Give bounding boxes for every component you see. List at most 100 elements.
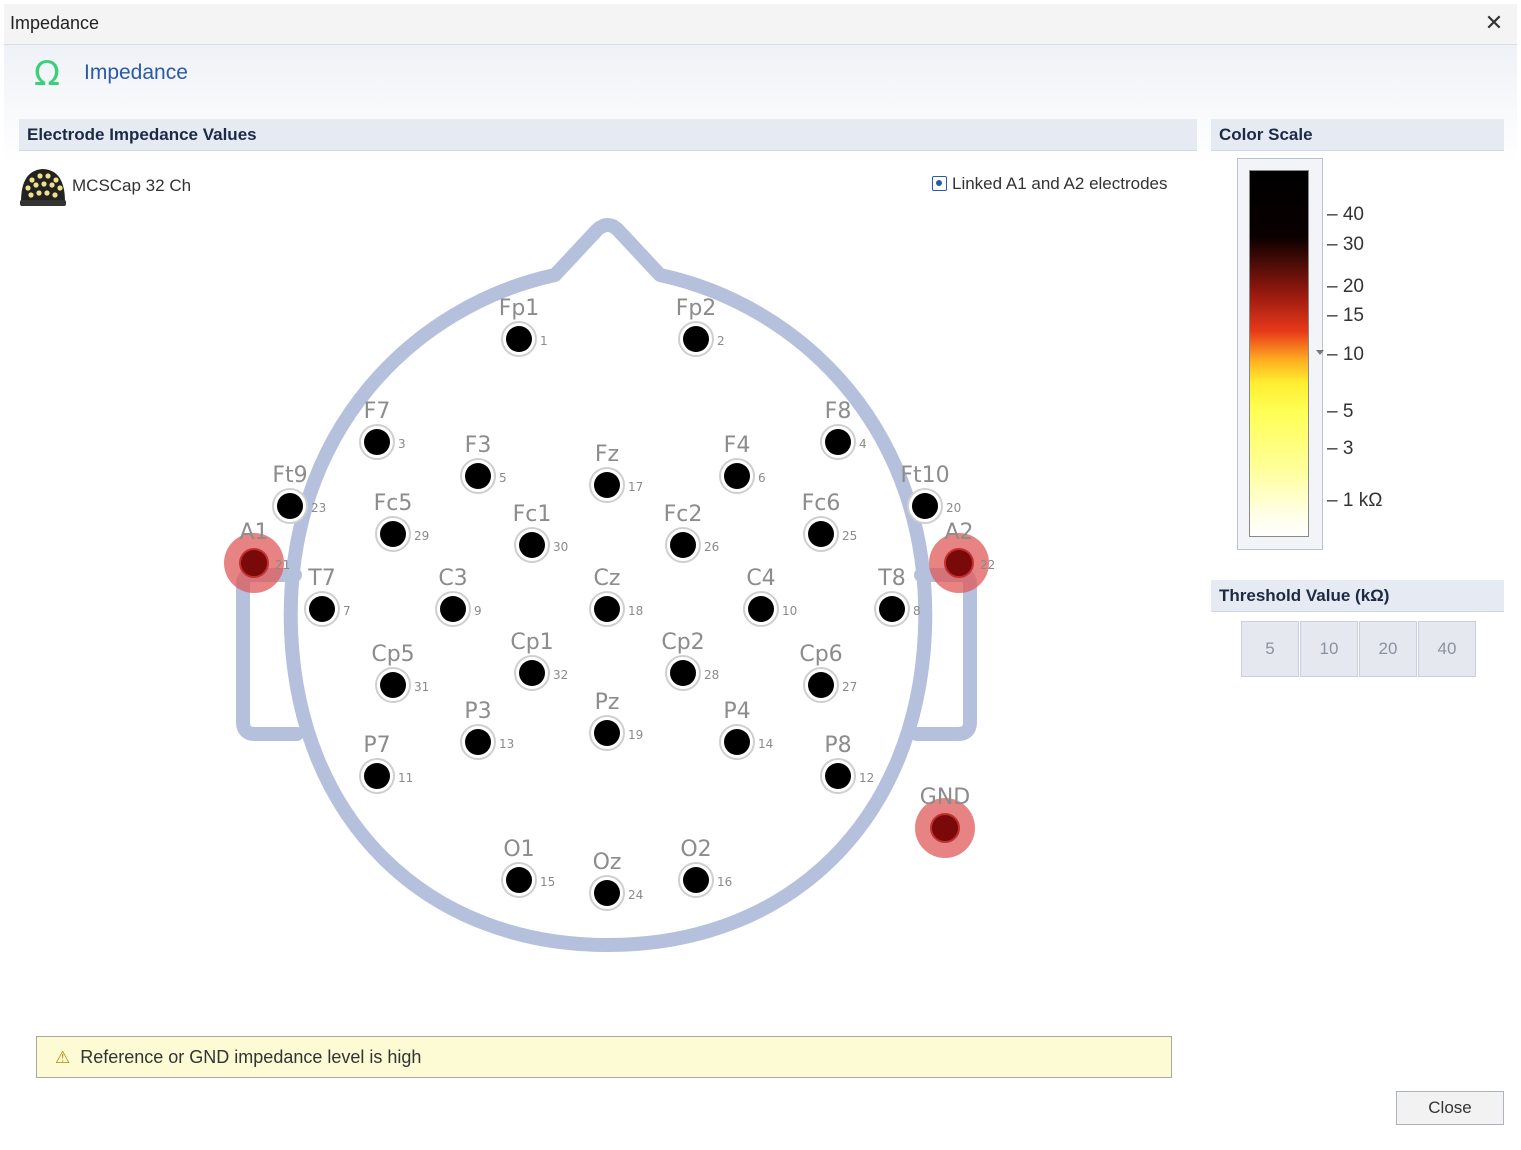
electrode-label: Fc5 <box>374 491 413 516</box>
threshold-button-40[interactable]: 40 <box>1418 621 1476 677</box>
electrode-label: P7 <box>363 733 390 758</box>
electrode-number: 3 <box>398 437 406 451</box>
electrode-label: O2 <box>680 837 711 862</box>
electrode-fc6[interactable]: Fc625 <box>802 491 858 552</box>
electrode-number: 25 <box>842 529 857 543</box>
electrode-label: F7 <box>364 399 391 424</box>
electrode-o2[interactable]: O2 16 <box>678 837 732 898</box>
electrode-label: P8 <box>824 733 851 758</box>
color-scale-tick: – 20 <box>1327 276 1364 297</box>
electrode-t8[interactable]: T8 8 <box>874 566 921 627</box>
electrode-label: A1 <box>239 520 268 545</box>
electrode-number: 4 <box>859 437 867 451</box>
electrode-number: 17 <box>628 480 643 494</box>
electrode-label: C4 <box>746 566 775 591</box>
electrode-fc1[interactable]: Fc130 <box>513 502 569 563</box>
close-icon[interactable]: ✕ <box>1479 8 1509 38</box>
threshold-title: Threshold Value (kΩ) <box>1211 580 1504 612</box>
electrode-number: 7 <box>343 604 351 618</box>
electrode-number: 29 <box>414 529 429 543</box>
electrode-o1[interactable]: O1 15 <box>501 837 555 898</box>
color-scale-tick: – 40 <box>1327 204 1364 225</box>
color-scale-tick: – 1 kΩ <box>1327 490 1383 511</box>
electrode-label: Fc6 <box>802 491 841 516</box>
electrode-f4[interactable]: F4 6 <box>719 433 766 494</box>
color-scale-tick: – 3 <box>1327 438 1354 459</box>
threshold-marker-icon <box>1316 350 1324 355</box>
electrode-label: Fp2 <box>676 296 717 321</box>
electrode-p3[interactable]: P3 13 <box>460 699 514 760</box>
electrode-label: O1 <box>503 837 534 862</box>
electrode-p4[interactable]: P4 14 <box>719 699 773 760</box>
electrode-label: T8 <box>877 566 905 591</box>
electrode-number: 5 <box>499 471 507 485</box>
electrode-gnd[interactable]: GND <box>915 785 975 858</box>
electrode-number: 15 <box>540 875 555 889</box>
electrode-number: 32 <box>553 668 568 682</box>
head-diagram: Fp11Fp22F73F84F35F46Fz17Ft923Ft1020Fc529… <box>224 218 995 952</box>
electrode-number: 24 <box>628 888 643 902</box>
electrode-label: Fc1 <box>513 502 552 527</box>
electrode-label: F4 <box>724 433 751 458</box>
electrode-label: Cp1 <box>510 630 553 655</box>
electrode-c4[interactable]: C4 10 <box>743 566 797 627</box>
electrode-label: Pz <box>595 690 620 715</box>
electrode-f3[interactable]: F3 5 <box>460 433 507 494</box>
electrode-cp2[interactable]: Cp228 <box>661 630 719 691</box>
warning-text: Reference or GND impedance level is high <box>80 1047 422 1067</box>
electrode-number: 6 <box>758 471 766 485</box>
electrode-number: 16 <box>717 875 732 889</box>
electrode-cp5[interactable]: Cp531 <box>371 642 429 703</box>
color-scale-title: Color Scale <box>1211 119 1504 151</box>
electrode-label: Cp5 <box>371 642 414 667</box>
electrode-number: 18 <box>628 604 643 618</box>
electrode-number: 21 <box>275 558 290 572</box>
electrode-number: 9 <box>474 604 482 618</box>
threshold-button-10[interactable]: 10 <box>1300 621 1358 677</box>
color-scale-tick: – 10 <box>1327 344 1364 365</box>
electrode-number: 14 <box>758 737 773 751</box>
electrode-number: 23 <box>311 501 326 515</box>
electrode-fc5[interactable]: Fc529 <box>374 491 430 552</box>
electrode-number: 10 <box>782 604 797 618</box>
electrode-f7[interactable]: F7 3 <box>359 399 406 460</box>
electrode-t7[interactable]: T7 7 <box>304 566 351 627</box>
electrode-number: 8 <box>913 604 921 618</box>
electrode-oz[interactable]: Oz 24 <box>589 850 643 911</box>
electrode-number: 13 <box>499 737 514 751</box>
electrode-a1[interactable]: A1 21 <box>224 520 290 593</box>
electrode-number: 31 <box>414 680 429 694</box>
electrode-fc2[interactable]: Fc226 <box>664 502 720 563</box>
electrode-a2[interactable]: A2 22 <box>929 520 995 593</box>
warning-bar: ⚠ Reference or GND impedance level is hig… <box>36 1036 1172 1078</box>
electrode-label: C3 <box>438 566 467 591</box>
threshold-button-5[interactable]: 5 <box>1241 621 1299 677</box>
electrode-fp2[interactable]: Fp22 <box>676 296 725 357</box>
electrode-number: 22 <box>980 558 995 572</box>
electrode-label: A2 <box>944 520 973 545</box>
electrode-label: Oz <box>593 850 622 875</box>
electrode-number: 20 <box>946 501 961 515</box>
electrode-cp1[interactable]: Cp132 <box>510 630 568 691</box>
electrode-p7[interactable]: P7 11 <box>359 733 413 794</box>
electrode-label: Cz <box>594 566 621 591</box>
electrode-label: F3 <box>465 433 492 458</box>
electrode-number: 2 <box>717 334 725 348</box>
electrode-label: Fz <box>595 442 619 467</box>
electrode-pz[interactable]: Pz 19 <box>589 690 643 751</box>
electrode-c3[interactable]: C3 9 <box>435 566 482 627</box>
electrode-fp1[interactable]: Fp11 <box>499 296 548 357</box>
electrode-p8[interactable]: P8 12 <box>820 733 874 794</box>
electrode-number: 27 <box>842 680 857 694</box>
close-button[interactable]: Close <box>1396 1091 1504 1125</box>
threshold-button-20[interactable]: 20 <box>1359 621 1417 677</box>
warning-icon: ⚠ <box>55 1048 71 1067</box>
electrode-label: Cp6 <box>799 642 842 667</box>
electrode-cp6[interactable]: Cp627 <box>799 642 857 703</box>
electrode-fz[interactable]: Fz 17 <box>589 442 643 503</box>
color-scale-tick: – 5 <box>1327 401 1354 422</box>
electrode-cz[interactable]: Cz 18 <box>589 566 643 627</box>
color-scale-tick: – 15 <box>1327 305 1364 326</box>
electrode-label: Cp2 <box>661 630 704 655</box>
electrode-number: 28 <box>704 668 719 682</box>
